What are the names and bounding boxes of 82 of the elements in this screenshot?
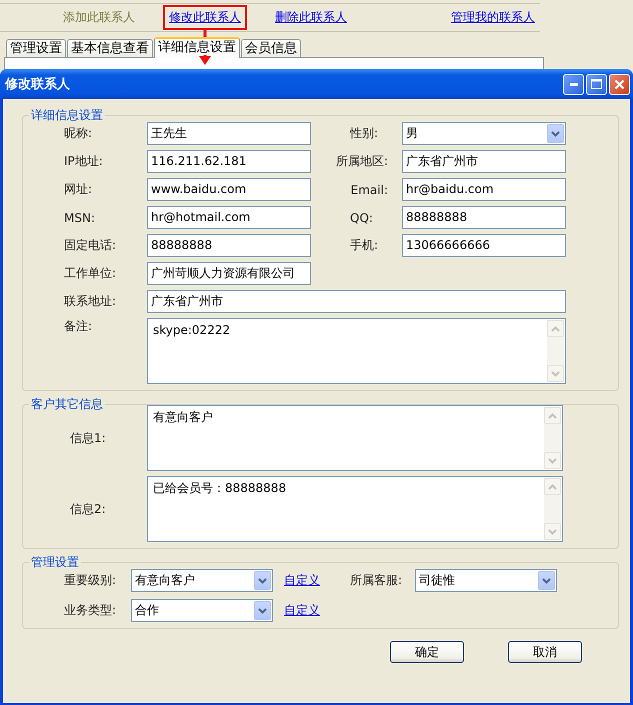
close-button[interactable] (609, 74, 630, 94)
dropdown[interactable]: 有意向客户 (131, 569, 273, 592)
text-field[interactable]: 王先生 (147, 122, 311, 145)
field-label: 信息1: (69, 430, 107, 446)
field-label: 备注: (64, 318, 94, 335)
field-label: Email: (350, 182, 388, 196)
tab[interactable]: 详细信息设置 (154, 37, 240, 58)
dropdown-button[interactable] (538, 571, 555, 590)
chevron-up-icon (548, 412, 557, 418)
field-label: 重要级别: (64, 572, 118, 589)
text-area-value: 有意向客户 (153, 410, 213, 424)
field-label: 信息2: (69, 500, 107, 518)
text-field[interactable]: hr@hotmail.com (147, 206, 311, 229)
field-label: 固定电话: (64, 237, 118, 254)
field-label: 网址: (64, 181, 94, 198)
field-label: 昵称: (64, 125, 94, 142)
text-field[interactable]: 广州苛顺人力资源有限公司 (147, 262, 311, 285)
maximize-icon (591, 79, 602, 89)
minimize-icon (570, 82, 578, 86)
scrollbar[interactable] (544, 407, 561, 469)
dropdown[interactable]: 司徒惟 (415, 569, 557, 592)
text-area-value: skype:02222 (153, 323, 230, 337)
text-field[interactable]: 广东省广州市 (402, 150, 566, 173)
text-area[interactable]: skype:02222 (147, 318, 566, 384)
text-field[interactable]: www.baidu.com (147, 178, 311, 201)
text-field[interactable]: 88888888 (147, 234, 311, 257)
chevron-down-icon (542, 578, 551, 584)
dropdown-button[interactable] (254, 601, 271, 620)
dropdown-button[interactable] (547, 124, 564, 143)
text-area[interactable]: 已给会员号：88888888 (147, 476, 563, 542)
chevron-down-icon (548, 528, 557, 534)
tab[interactable]: 会员信息 (241, 39, 301, 57)
text-field[interactable]: hr@baidu.com (402, 178, 566, 201)
field-label: 工作单位: (64, 265, 118, 282)
contact-link[interactable]: 修改此联系人 (163, 5, 247, 30)
chevron-down-icon (548, 458, 557, 464)
chevron-down-icon (258, 578, 267, 584)
chevron-up-icon (551, 326, 560, 332)
group-title: 客户其它信息 (30, 397, 104, 411)
field-label: 性别: (350, 125, 378, 142)
field-label: IP地址: (64, 153, 104, 170)
customize-link[interactable]: 自定义 (284, 572, 320, 589)
tab[interactable]: 管理设置 (6, 39, 66, 57)
chevron-down-icon (551, 130, 560, 136)
maximize-button[interactable] (586, 74, 607, 94)
tab[interactable]: 基本信息查看 (67, 39, 153, 57)
field-label: 所属地区: (336, 153, 388, 170)
field-label: 所属客服: (350, 572, 404, 589)
text-field[interactable]: 116.211.62.181 (147, 150, 311, 173)
dropdown[interactable]: 男 (402, 122, 566, 145)
group-title: 详细信息设置 (30, 108, 104, 122)
text-field[interactable]: 广东省广州市 (147, 290, 566, 313)
contact-action-label: 添加此联系人 (62, 9, 136, 26)
contact-link[interactable]: 管理我的联系人 (445, 5, 541, 30)
text-area-value: 已给会员号：88888888 (153, 481, 286, 495)
contact-link[interactable]: 删除此联系人 (269, 5, 353, 30)
window-title: 修改联系人 (5, 76, 70, 93)
group-title: 管理设置 (30, 555, 80, 569)
text-field[interactable]: 88888888 (402, 206, 566, 229)
field-label: 业务类型: (64, 602, 118, 619)
dropdown[interactable]: 合作 (131, 599, 273, 622)
dialog-button[interactable]: 取消 (508, 641, 582, 663)
close-icon (614, 78, 625, 90)
scrollbar[interactable] (544, 478, 561, 540)
dropdown-value: 合作 (135, 602, 159, 619)
chevron-down-icon (551, 370, 560, 376)
minimize-button[interactable] (563, 74, 584, 94)
dropdown-button[interactable] (254, 571, 271, 590)
text-area[interactable]: 有意向客户 (147, 405, 563, 471)
scrollbar[interactable] (547, 320, 564, 382)
field-label: MSN: (64, 210, 96, 224)
customize-link[interactable]: 自定义 (284, 602, 320, 619)
chevron-down-icon (258, 608, 267, 614)
dropdown-value: 男 (406, 125, 418, 142)
chevron-up-icon (548, 484, 557, 490)
dropdown-value: 司徒惟 (419, 572, 455, 589)
text-field[interactable]: 13066666666 (402, 234, 566, 257)
field-label: 联系地址: (64, 293, 118, 310)
field-label: QQ: (350, 210, 373, 224)
field-label: 手机: (350, 237, 378, 254)
dropdown-value: 有意向客户 (135, 572, 195, 589)
dialog-button[interactable]: 确定 (390, 641, 464, 663)
